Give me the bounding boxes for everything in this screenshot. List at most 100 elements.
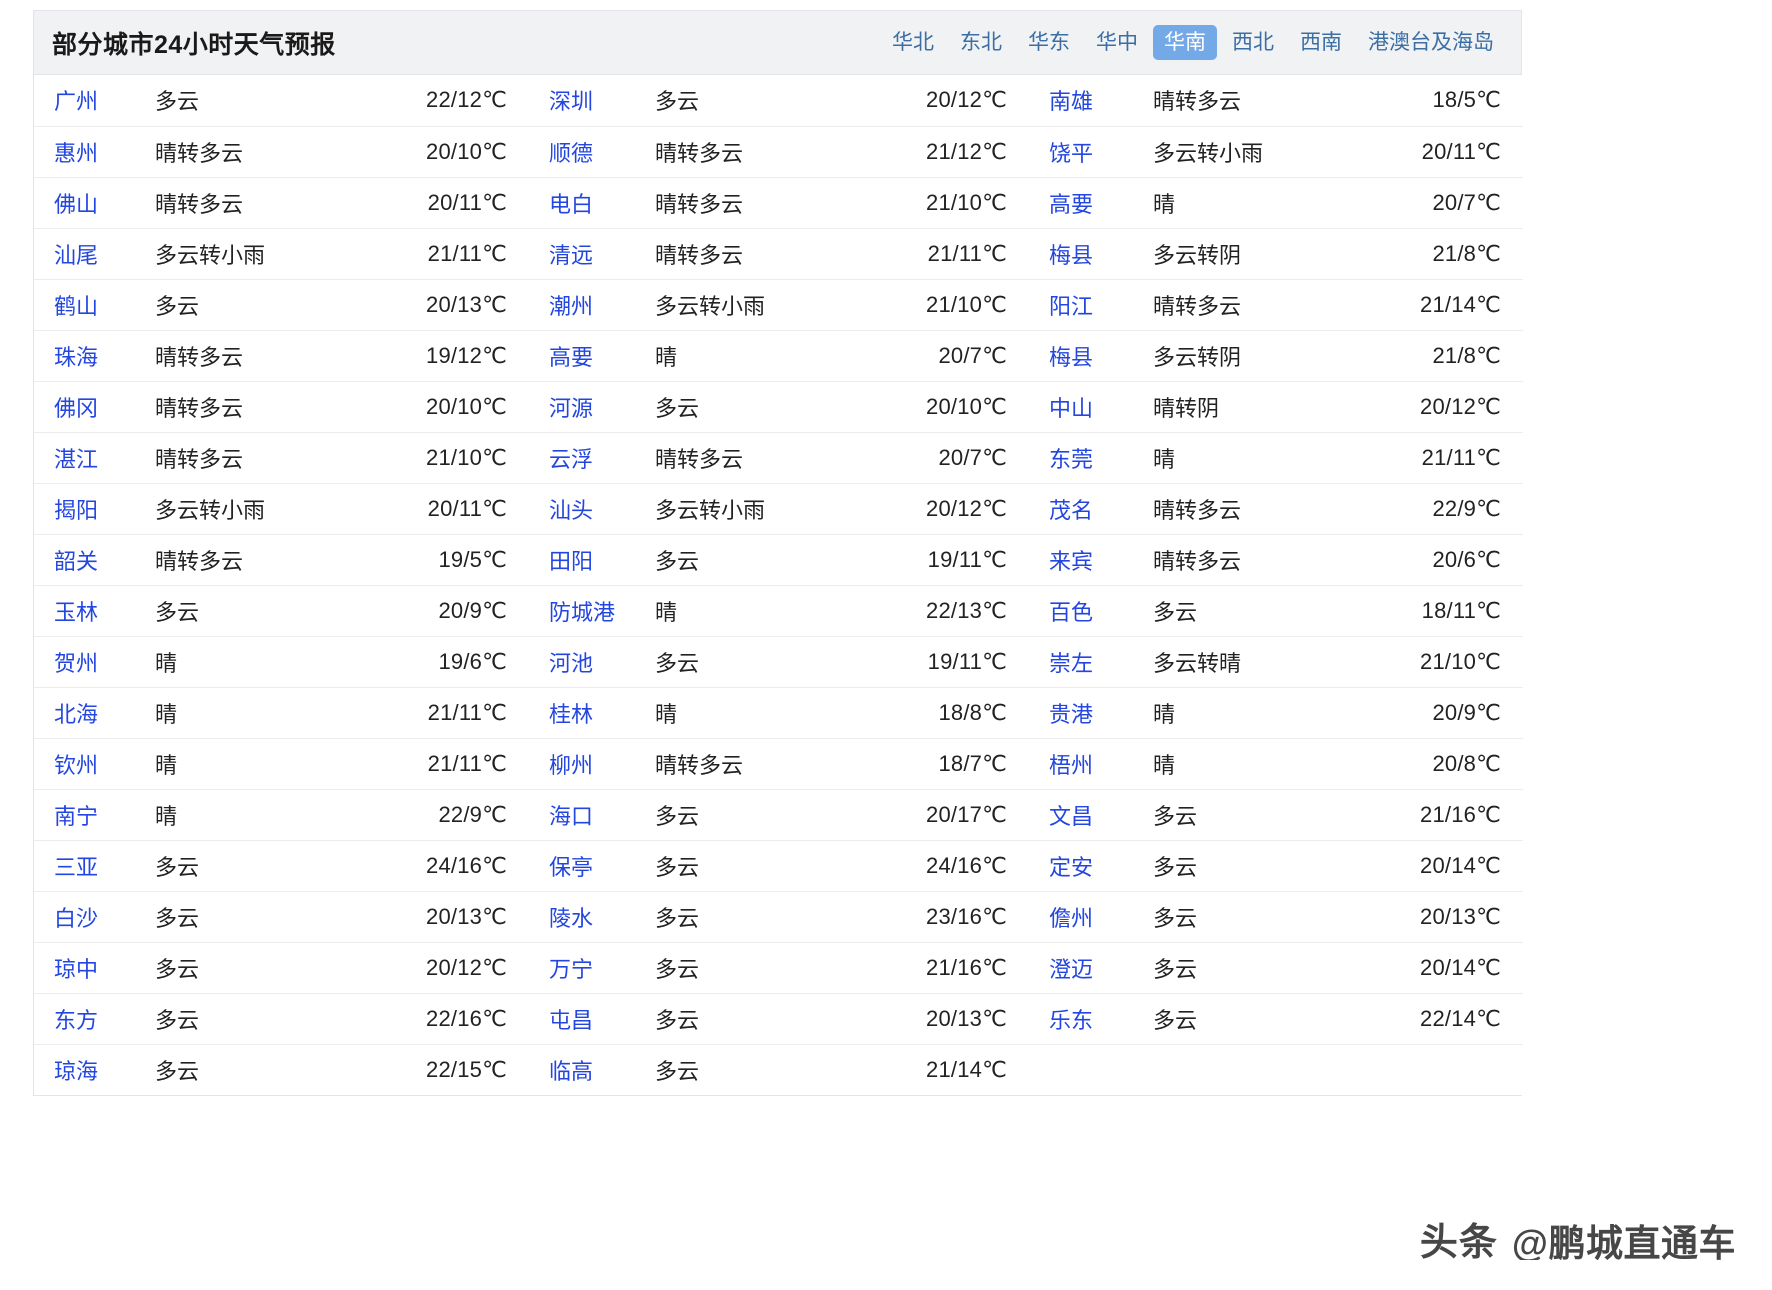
city-link[interactable]: 海口 (529, 789, 651, 840)
city-link[interactable]: 云浮 (529, 432, 651, 483)
region-tab-1[interactable]: 东北 (949, 25, 1013, 60)
region-tab-3[interactable]: 华中 (1085, 25, 1149, 60)
city-link[interactable]: 阳江 (1029, 279, 1149, 330)
city-link[interactable]: 三亚 (34, 840, 151, 891)
city-link[interactable]: 梧州 (1029, 738, 1149, 789)
temperature-range: 22/9℃ (1432, 495, 1501, 521)
city-link[interactable]: 韶关 (34, 534, 151, 585)
region-tab-6[interactable]: 西南 (1289, 25, 1353, 60)
city-link[interactable]: 茂名 (1029, 483, 1149, 534)
city-link[interactable]: 柳州 (529, 738, 651, 789)
city-link[interactable]: 白沙 (34, 891, 151, 942)
weather-condition: 晴转多云 (155, 446, 244, 472)
temperature-range: 21/10℃ (926, 189, 1007, 215)
city-link[interactable]: 高要 (529, 330, 651, 381)
table-row: 琼海 多云 22/15℃ 临高 多云 21/14℃ (34, 1044, 1523, 1095)
temperature-range: 20/13℃ (1420, 903, 1501, 929)
temperature-range: 20/17℃ (926, 801, 1007, 827)
city-link[interactable]: 琼中 (34, 942, 151, 993)
region-tab-0[interactable]: 华北 (881, 25, 945, 60)
city-link[interactable]: 防城港 (529, 585, 651, 636)
city-link[interactable]: 佛冈 (34, 381, 151, 432)
city-link[interactable]: 贵港 (1029, 687, 1149, 738)
temperature-range: 21/8℃ (1432, 240, 1501, 266)
city-link[interactable]: 陵水 (529, 891, 651, 942)
city-link[interactable]: 广州 (34, 75, 151, 126)
city-link[interactable]: 保亭 (529, 840, 651, 891)
city-link[interactable]: 乐东 (1029, 993, 1149, 1044)
temperature-range: 20/13℃ (426, 903, 507, 929)
city-link[interactable]: 潮州 (529, 279, 651, 330)
city-link[interactable]: 东莞 (1029, 432, 1149, 483)
city-link[interactable]: 顺德 (529, 126, 651, 177)
city-link[interactable]: 定安 (1029, 840, 1149, 891)
temperature-range: 18/5℃ (1432, 87, 1501, 113)
table-row: 汕尾 多云转小雨 21/11℃ 清远 晴转多云 21/11℃ 梅县 多云转阴 21/8℃ (34, 228, 1523, 279)
city-link[interactable]: 河池 (529, 636, 651, 687)
city-link[interactable]: 梅县 (1029, 330, 1149, 381)
city-link[interactable]: 崇左 (1029, 636, 1149, 687)
city-link[interactable]: 鹤山 (34, 279, 151, 330)
city-link[interactable]: 饶平 (1029, 126, 1149, 177)
temperature-range: 21/14℃ (1420, 291, 1501, 317)
city-link[interactable]: 东方 (34, 993, 151, 1044)
city-link[interactable]: 电白 (529, 177, 651, 228)
city-link[interactable]: 钦州 (34, 738, 151, 789)
region-tab-5[interactable]: 西北 (1221, 25, 1285, 60)
city-link[interactable]: 揭阳 (34, 483, 151, 534)
temperature-range: 22/14℃ (1420, 1005, 1501, 1031)
weather-condition: 多云 (1153, 956, 1198, 982)
screenshot-root: 部分城市24小时天气预报 华北 东北 华东 华中 华南 西北 西南 港澳台及海岛 广州 多云 22… (0, 0, 1772, 1290)
city-link[interactable]: 琼海 (34, 1044, 151, 1095)
weather-condition: 晴 (655, 701, 678, 727)
city-link[interactable]: 梅县 (1029, 228, 1149, 279)
table-row: 佛冈 晴转多云 20/10℃ 河源 多云 20/10℃ 中山 晴转阴 20/12℃ (34, 381, 1523, 432)
region-tabs[interactable]: 华北 东北 华东 华中 华南 西北 西南 港澳台及海岛 (881, 24, 1505, 61)
temperature-range: 21/10℃ (926, 291, 1007, 317)
city-link[interactable]: 惠州 (34, 126, 151, 177)
city-link[interactable]: 珠海 (34, 330, 151, 381)
city-link[interactable]: 文昌 (1029, 789, 1149, 840)
city-link[interactable]: 屯昌 (529, 993, 651, 1044)
city-link[interactable]: 河源 (529, 381, 651, 432)
city-link[interactable]: 南宁 (34, 789, 151, 840)
weather-condition: 多云 (655, 548, 700, 574)
weather-condition: 多云 (1153, 599, 1198, 625)
region-tab-4[interactable]: 华南 (1153, 24, 1217, 61)
city-link[interactable]: 汕尾 (34, 228, 151, 279)
city-link[interactable]: 南雄 (1029, 75, 1149, 126)
city-link[interactable]: 佛山 (34, 177, 151, 228)
weather-condition: 多云转小雨 (655, 293, 766, 319)
table-row: 贺州晴 19/6℃ 河池 多云 19/11℃ 崇左 多云转晴 21/10℃ (34, 636, 1523, 687)
region-tab-2[interactable]: 华东 (1017, 25, 1081, 60)
city-link[interactable]: 来宾 (1029, 534, 1149, 585)
weather-condition: 多云 (655, 905, 700, 931)
region-tab-7[interactable]: 港澳台及海岛 (1357, 25, 1505, 60)
temperature-range: 19/12℃ (426, 342, 507, 368)
city-link[interactable]: 百色 (1029, 585, 1149, 636)
city-link[interactable]: 田阳 (529, 534, 651, 585)
city-link[interactable]: 中山 (1029, 381, 1149, 432)
temperature-range (1379, 1044, 1523, 1095)
temperature-range: 24/16℃ (426, 852, 507, 878)
city-link[interactable]: 贺州 (34, 636, 151, 687)
city-link[interactable]: 临高 (529, 1044, 651, 1095)
city-link[interactable]: 澄迈 (1029, 942, 1149, 993)
weather-condition: 晴转阴 (1153, 395, 1220, 421)
city-link[interactable]: 汕头 (529, 483, 651, 534)
weather-condition: 晴转多云 (1153, 293, 1242, 319)
temperature-range: 21/11℃ (927, 240, 1007, 266)
city-link[interactable]: 桂林 (529, 687, 651, 738)
city-link[interactable]: 玉林 (34, 585, 151, 636)
city-link[interactable]: 高要 (1029, 177, 1149, 228)
city-link[interactable]: 湛江 (34, 432, 151, 483)
weather-condition: 晴转多云 (155, 395, 244, 421)
city-link[interactable]: 北海 (34, 687, 151, 738)
city-link[interactable]: 万宁 (529, 942, 651, 993)
temperature-range: 21/14℃ (926, 1056, 1007, 1082)
city-link[interactable]: 深圳 (529, 75, 651, 126)
weather-condition: 多云 (155, 905, 200, 931)
city-link[interactable]: 清远 (529, 228, 651, 279)
weather-condition: 晴转多云 (155, 191, 244, 217)
city-link[interactable]: 儋州 (1029, 891, 1149, 942)
